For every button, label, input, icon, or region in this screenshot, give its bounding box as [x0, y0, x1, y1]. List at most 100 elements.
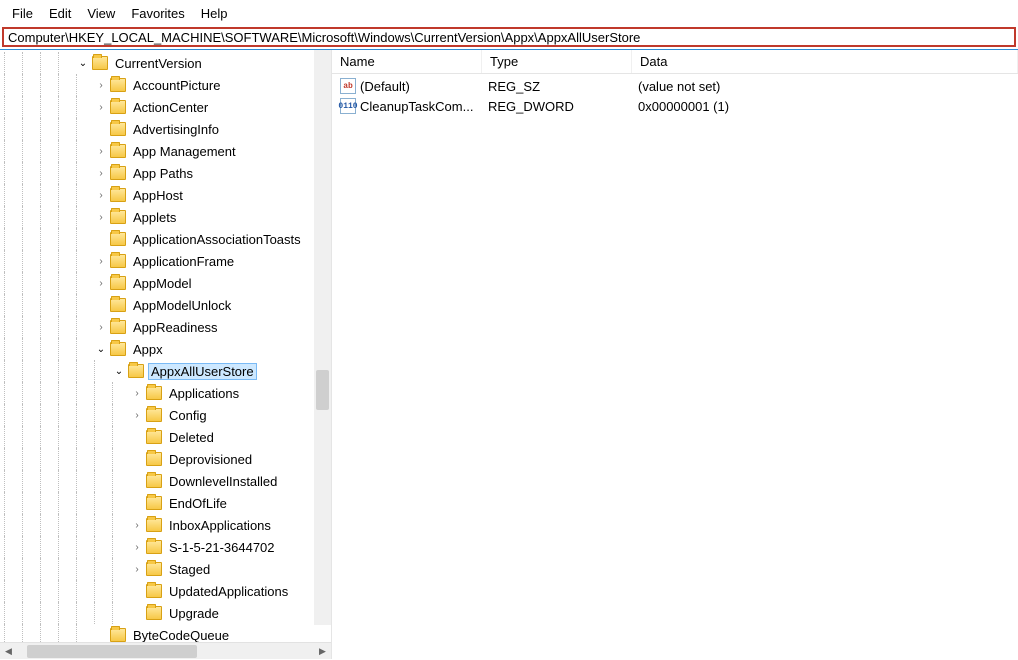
tree-item-label: AppModelUnlock: [130, 297, 234, 314]
folder-icon: [92, 56, 108, 70]
value-type: REG_SZ: [488, 79, 638, 94]
tree-item[interactable]: ›S-1-5-21-3644702: [0, 536, 304, 558]
folder-icon: [110, 628, 126, 642]
folder-icon: [146, 452, 162, 466]
tree-item[interactable]: ApplicationAssociationToasts: [0, 228, 304, 250]
chevron-right-icon[interactable]: ›: [94, 322, 108, 333]
menu-help[interactable]: Help: [195, 4, 234, 23]
folder-icon: [110, 320, 126, 334]
chevron-down-icon[interactable]: ⌄: [94, 344, 108, 355]
dword-value-icon: 0110: [340, 98, 356, 114]
folder-icon: [146, 518, 162, 532]
folder-icon: [110, 232, 126, 246]
chevron-down-icon[interactable]: ⌄: [112, 366, 126, 377]
chevron-right-icon[interactable]: ›: [94, 212, 108, 223]
value-data: 0x00000001 (1): [638, 99, 1018, 114]
tree-item-label: AppModel: [130, 275, 195, 292]
tree-item[interactable]: Upgrade: [0, 602, 304, 624]
tree-item[interactable]: DownlevelInstalled: [0, 470, 304, 492]
tree-item-label: ByteCodeQueue: [130, 627, 232, 643]
tree-item[interactable]: › ActionCenter: [0, 96, 304, 118]
chevron-right-icon[interactable]: ›: [130, 542, 144, 553]
folder-icon: [146, 408, 162, 422]
tree-item-label: UpdatedApplications: [166, 583, 291, 600]
tree-item[interactable]: › Staged: [0, 558, 304, 580]
tree-item[interactable]: › AppHost: [0, 184, 304, 206]
tree-item[interactable]: › AppReadiness: [0, 316, 304, 338]
tree-item-label: ActionCenter: [130, 99, 211, 116]
tree-item[interactable]: › Applets: [0, 206, 304, 228]
menu-favorites[interactable]: Favorites: [125, 4, 190, 23]
folder-icon: [146, 496, 162, 510]
column-type[interactable]: Type: [482, 50, 632, 73]
tree-item[interactable]: › App Management: [0, 140, 304, 162]
scroll-left-icon[interactable]: ◀: [0, 643, 17, 660]
folder-icon: [110, 122, 126, 136]
folder-icon: [110, 210, 126, 224]
chevron-right-icon[interactable]: ›: [94, 146, 108, 157]
tree-item[interactable]: › App Paths: [0, 162, 304, 184]
tree-item-label: Applets: [130, 209, 179, 226]
tree-item[interactable]: ByteCodeQueue: [0, 624, 304, 642]
tree-item-label: CurrentVersion: [112, 55, 205, 72]
tree-item-label: Applications: [166, 385, 242, 402]
chevron-right-icon[interactable]: ›: [130, 410, 144, 421]
chevron-down-icon[interactable]: ⌄: [76, 58, 90, 69]
folder-icon: [110, 342, 126, 356]
scroll-right-icon[interactable]: ▶: [314, 643, 331, 660]
tree-item[interactable]: Deprovisioned: [0, 448, 304, 470]
tree-item[interactable]: AppModelUnlock: [0, 294, 304, 316]
folder-icon: [110, 100, 126, 114]
address-bar[interactable]: Computer\HKEY_LOCAL_MACHINE\SOFTWARE\Mic…: [2, 27, 1016, 47]
folder-icon: [146, 540, 162, 554]
tree-item-label: EndOfLife: [166, 495, 230, 512]
tree-item-label: Staged: [166, 561, 213, 578]
tree-item-label: App Management: [130, 143, 239, 160]
value-type: REG_DWORD: [488, 99, 638, 114]
chevron-right-icon[interactable]: ›: [130, 388, 144, 399]
column-name[interactable]: Name: [332, 50, 482, 73]
tree-item[interactable]: ›ApplicationFrame: [0, 250, 304, 272]
folder-icon: [110, 166, 126, 180]
tree-item[interactable]: ⌄Appx: [0, 338, 304, 360]
list-pane: Name Type Data ab(Default)REG_SZ(value n…: [332, 50, 1018, 659]
chevron-right-icon[interactable]: ›: [94, 80, 108, 91]
tree-item[interactable]: UpdatedApplications: [0, 580, 304, 602]
tree-item[interactable]: ⌄AppxAllUserStore: [0, 360, 304, 382]
folder-icon: [128, 364, 144, 378]
tree-item-label: AdvertisingInfo: [130, 121, 222, 138]
tree-item-label: AppHost: [130, 187, 186, 204]
tree-item[interactable]: › AppModel: [0, 272, 304, 294]
tree-horizontal-scrollbar[interactable]: ◀ ▶: [0, 642, 331, 659]
tree-item[interactable]: › Applications: [0, 382, 304, 404]
tree-item-label: App Paths: [130, 165, 196, 182]
tree-item[interactable]: ›InboxApplications: [0, 514, 304, 536]
tree-pane: ⌄CurrentVersion›AccountPicture›ActionCen…: [0, 50, 332, 659]
tree-item-label: AppReadiness: [130, 319, 221, 336]
chevron-right-icon[interactable]: ›: [94, 278, 108, 289]
tree-item[interactable]: ›AccountPicture: [0, 74, 304, 96]
folder-icon: [110, 144, 126, 158]
list-row[interactable]: 0110CleanupTaskCom...REG_DWORD0x00000001…: [332, 96, 1018, 116]
menu-file[interactable]: File: [6, 4, 39, 23]
chevron-right-icon[interactable]: ›: [94, 102, 108, 113]
column-data[interactable]: Data: [632, 50, 1018, 73]
tree-item[interactable]: Deleted: [0, 426, 304, 448]
tree-item-label: Config: [166, 407, 210, 424]
chevron-right-icon[interactable]: ›: [130, 564, 144, 575]
tree-item[interactable]: › Config: [0, 404, 304, 426]
chevron-right-icon[interactable]: ›: [94, 256, 108, 267]
chevron-right-icon[interactable]: ›: [94, 168, 108, 179]
tree-item[interactable]: AdvertisingInfo: [0, 118, 304, 140]
menu-view[interactable]: View: [81, 4, 121, 23]
tree-vertical-scrollbar[interactable]: [314, 50, 331, 625]
folder-icon: [146, 562, 162, 576]
value-name: (Default): [360, 79, 488, 94]
list-row[interactable]: ab(Default)REG_SZ(value not set): [332, 76, 1018, 96]
string-value-icon: ab: [340, 78, 356, 94]
menu-edit[interactable]: Edit: [43, 4, 77, 23]
tree-item[interactable]: EndOfLife: [0, 492, 304, 514]
tree-item[interactable]: ⌄ CurrentVersion: [0, 52, 304, 74]
chevron-right-icon[interactable]: ›: [130, 520, 144, 531]
chevron-right-icon[interactable]: ›: [94, 190, 108, 201]
